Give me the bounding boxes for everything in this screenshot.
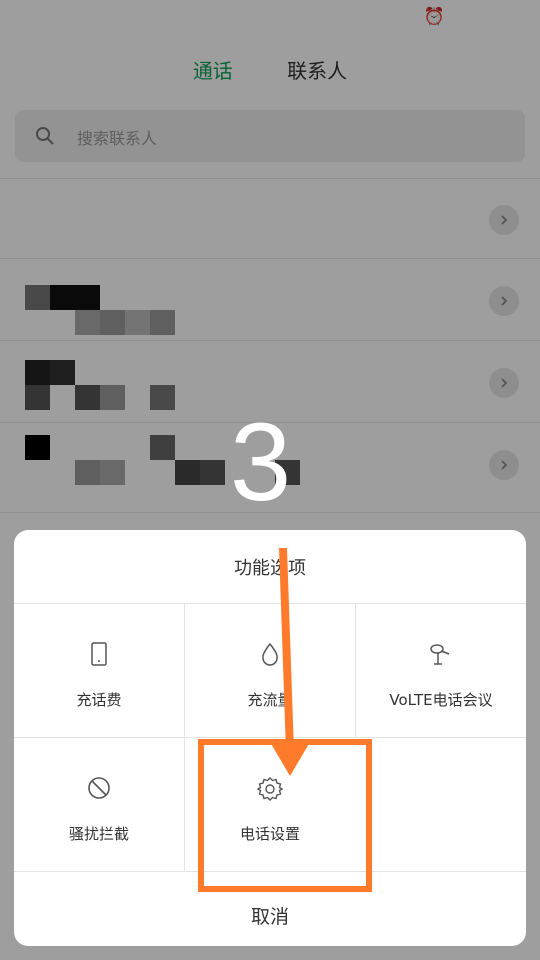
- option-recharge-data[interactable]: 充流量: [185, 604, 355, 737]
- option-label: VoLTE电话会议: [389, 691, 493, 709]
- dialog-title: 功能选项: [234, 558, 306, 579]
- highlight-box: [198, 739, 372, 892]
- option-recharge-phone[interactable]: 充话费: [14, 604, 184, 737]
- drop-icon: [185, 642, 355, 666]
- option-harassment-block[interactable]: 骚扰拦截: [14, 738, 184, 871]
- option-volte-conference[interactable]: VoLTE电话会议: [356, 604, 526, 737]
- option-label: 充流量: [247, 691, 293, 709]
- step-number: 3: [230, 401, 292, 524]
- phone-icon: [14, 642, 184, 666]
- block-icon: [14, 776, 184, 800]
- watermark-logo: Bai经验: [448, 913, 520, 937]
- option-label: 充话费: [76, 691, 122, 709]
- option-label: 骚扰拦截: [68, 825, 129, 843]
- satellite-icon: [356, 642, 526, 666]
